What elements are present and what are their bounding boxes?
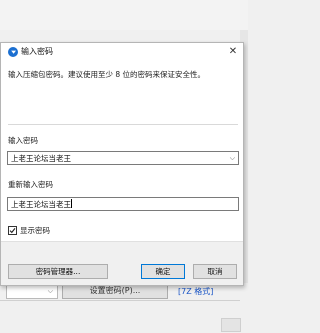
footer-divider [1, 241, 243, 242]
app-icon [8, 47, 18, 57]
instruction-text: 输入压缩包密码。建议使用至少 8 位的密码来保证安全性。 [8, 70, 206, 79]
separator [8, 124, 238, 125]
parent-tab[interactable] [221, 318, 241, 332]
confirm-password-field[interactable]: 上老王论坛当老王 [7, 197, 239, 211]
cancel-button[interactable]: 取消 [193, 264, 237, 279]
confirm-password-label: 重新输入密码 [8, 180, 53, 189]
ok-button[interactable]: 确定 [141, 264, 185, 279]
confirm-password-value: 上老王论坛当老王 [11, 199, 72, 210]
divider [0, 300, 240, 301]
close-icon[interactable]: ✕ [227, 46, 239, 58]
dialog-title: 输入密码 [21, 47, 53, 56]
parent-window-top [0, 0, 248, 30]
password-dialog: 输入密码 ✕ 输入压缩包密码。建议使用至少 8 位的密码来保证安全性。 输入密码… [0, 42, 244, 286]
password-manager-button[interactable]: 密码管理器... [8, 264, 108, 279]
show-password-label: 显示密码 [20, 226, 50, 235]
password-field[interactable]: 上老王论坛当老王 ⌵ [7, 151, 239, 165]
text-caret [71, 199, 72, 208]
chevron-down-icon: ⌵ [47, 287, 53, 295]
chevron-down-icon[interactable]: ⌵ [230, 153, 235, 164]
confirm-password-text: 上老王论坛当老王 [11, 200, 71, 209]
ok-button-label: 确定 [155, 267, 171, 276]
parent-combo-box[interactable]: ⌵ [6, 285, 58, 299]
format-link[interactable]: [7Z 格式] [178, 287, 213, 297]
password-label: 输入密码 [8, 136, 38, 145]
check-icon [9, 228, 16, 234]
dialog-titlebar: 输入密码 ✕ [1, 43, 243, 61]
password-value: 上老王论坛当老王 [11, 154, 71, 163]
show-password-checkbox[interactable] [8, 226, 17, 235]
set-password-button[interactable]: 设置密码(P)... [62, 285, 168, 299]
